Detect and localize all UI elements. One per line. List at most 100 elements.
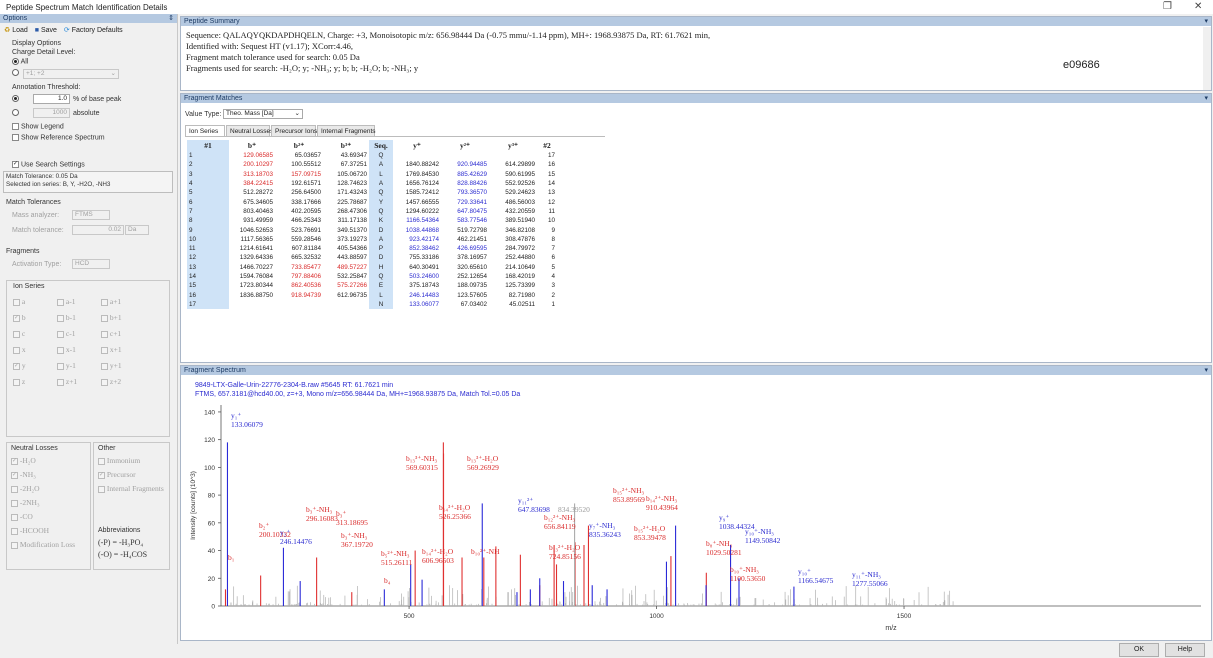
table-row[interactable]: 13 1466.70227 733.85477 489.57227 H 640.30491…	[187, 262, 557, 272]
ion-checkbox-y+1[interactable]: y+1	[101, 361, 122, 370]
value-type-select[interactable]: Theo. Mass [Da] ⌄	[223, 109, 303, 119]
ion-checkbox-a[interactable]: a	[13, 297, 25, 306]
summary-scrollbar[interactable]	[1203, 27, 1211, 90]
tab-neutral-losses[interactable]: Neutral Losses	[226, 125, 273, 136]
table-row[interactable]: 7 803.40463 402.20595 268.47306 Q 1294.60222 6…	[187, 206, 557, 217]
table-row[interactable]: 14 1594.76084 797.88406 532.25847 Q 503.24600…	[187, 271, 557, 282]
ion-checkbox-a-1[interactable]: a-1	[57, 297, 75, 306]
tab-precursor-ions[interactable]: Precursor Ions	[271, 125, 317, 136]
table-row[interactable]: 12 1329.64336 665.32532 443.88597 D 755.33186…	[187, 253, 557, 263]
ion-checkbox-z+2[interactable]: z+2	[101, 377, 121, 386]
neutral-loss-label: -HCOOH	[18, 526, 50, 535]
table-cell: 320.65610	[457, 263, 487, 271]
spectrum-scan-line: FTMS, 657.3181@hcd40.00, z=+3, Mono m/z=…	[195, 391, 521, 398]
threshold-absolute-input[interactable]: 1000	[33, 108, 70, 118]
chevron-down-icon[interactable]: ▾	[1204, 366, 1211, 375]
ion-checkbox-x-1[interactable]: x-1	[57, 345, 76, 354]
charge-custom-radio[interactable]	[12, 69, 19, 76]
match-tolerance-unit: Da	[128, 226, 137, 233]
checkbox-icon	[12, 134, 19, 141]
table-cell: Q	[369, 151, 393, 161]
ion-checkbox-c[interactable]: c	[13, 329, 25, 338]
table-row[interactable]: 8 931.49959 466.25343 311.17138 K 1166.54364 5…	[187, 216, 557, 226]
table-cell: 8	[187, 216, 229, 226]
table-row[interactable]: 5 512.28272 256.64500 171.43243 Q 1585.72412 7…	[187, 188, 557, 198]
charge-all-radio[interactable]: All	[12, 58, 28, 65]
ion-label: c-1	[64, 329, 76, 338]
tab-internal-fragments[interactable]: Internal Fragments	[317, 125, 376, 136]
column-header: #2	[543, 141, 551, 150]
other-checkbox[interactable]: Internal Fragments	[98, 484, 164, 493]
table-row[interactable]: 6 675.34605 338.17666 225.78687 Y 1457.66555 7…	[187, 197, 557, 207]
load-button[interactable]: ♻ Load	[4, 27, 28, 34]
table-cell: 1214.61641	[239, 245, 273, 253]
ion-checkbox-x[interactable]: x	[13, 345, 26, 354]
table-cell	[393, 151, 441, 160]
ion-checkbox-a+1[interactable]: a+1	[101, 297, 121, 306]
spectrum-chart[interactable]: 0 20 40 60 80 100 120 140 500 1000 1500m/z Intensit…	[181, 400, 1211, 640]
save-button[interactable]: ■ Save	[35, 27, 57, 34]
neutral-loss-label: Modification Loss	[18, 540, 76, 549]
match-tolerance-input[interactable]: 0.02	[72, 225, 124, 235]
charge-custom-value: +1; +2	[26, 70, 45, 77]
other-checkbox[interactable]: ✓ Precursor	[98, 470, 136, 479]
ion-checkbox-b+1[interactable]: b+1	[101, 313, 122, 322]
neutral-loss-checkbox[interactable]: ✓ -H₂O	[11, 456, 36, 465]
ion-checkbox-y[interactable]: ✓ y	[13, 361, 26, 370]
neutral-loss-checkbox[interactable]: -CO	[11, 512, 33, 521]
help-button[interactable]: Help	[1165, 643, 1205, 657]
threshold-percent-radio[interactable]	[12, 95, 19, 102]
table-row[interactable]: 4 384.22415 192.61571 128.74623 A 1656.76124 8…	[187, 178, 557, 189]
ion-checkbox-b-1[interactable]: b-1	[57, 313, 76, 322]
pin-icon[interactable]: ⇕	[168, 14, 177, 23]
table-row[interactable]: 17 N 133.06077 67.03402 45.02511 1	[187, 299, 557, 310]
factory-defaults-button[interactable]: ⟳ Factory Defaults	[64, 27, 123, 34]
show-legend-checkbox[interactable]: Show Legend	[12, 123, 64, 130]
table-row[interactable]: 3 313.18703 157.09715 105.06720 L 1769.84530 8…	[187, 169, 557, 179]
ion-checkbox-z+1[interactable]: z+1	[57, 377, 77, 386]
table-row[interactable]: 1 129.06585 65.03657 43.69347 Q 17	[187, 151, 557, 161]
activation-type-input[interactable]: HCD	[72, 259, 110, 269]
chevron-down-icon[interactable]: ▾	[1204, 17, 1211, 26]
tab-ion-series[interactable]: Ion Series	[185, 125, 225, 136]
checkbox-icon	[13, 346, 20, 354]
ok-button[interactable]: OK	[1119, 643, 1159, 657]
table-row[interactable]: 15 1723.80344 862.40536 575.27266 E 375.18743…	[187, 281, 557, 291]
table-row[interactable]: 11 1214.61641 607.81184 405.54366 P 852.38462…	[187, 243, 557, 254]
close-icon[interactable]: ✕	[1194, 1, 1202, 12]
other-checkbox[interactable]: Immonium	[98, 456, 140, 465]
table-row[interactable]: 2 200.10297 100.55512 67.37251 A 1840.88242 92…	[187, 160, 557, 170]
neutral-loss-checkbox[interactable]: -2NH₃	[11, 498, 40, 507]
ion-checkbox-c-1[interactable]: c-1	[57, 329, 75, 338]
table-cell: 17	[547, 152, 555, 160]
peak-mz-value: 1149.50842	[745, 536, 781, 545]
ion-checkbox-b[interactable]: ✓ b	[13, 313, 26, 322]
ion-checkbox-y-1[interactable]: y-1	[57, 361, 76, 370]
table-row[interactable]: 10 1117.56365 559.28546 373.19273 A 923.42174…	[187, 234, 557, 244]
column-header: b³⁺	[340, 141, 352, 150]
table-cell: 128.74623	[337, 180, 367, 188]
mass-analyzer-input[interactable]: FTMS	[72, 210, 110, 220]
neutral-loss-checkbox[interactable]: -HCOOH	[11, 526, 49, 535]
restore-icon[interactable]: ❐	[1163, 1, 1172, 12]
neutral-loss-checkbox[interactable]: Modification Loss	[11, 540, 75, 549]
neutral-loss-checkbox[interactable]: ✓ -NH₃	[11, 470, 36, 479]
ion-series-label: Ion Series	[13, 283, 45, 290]
table-cell: 11	[187, 243, 229, 254]
table-row[interactable]: 16 1836.88750 918.94739 612.96735 L 246.14483…	[187, 290, 557, 300]
match-tolerance-unit-select[interactable]: Da	[125, 225, 149, 235]
ion-checkbox-z[interactable]: z	[13, 377, 25, 386]
neutral-loss-checkbox[interactable]: -2H₂O	[11, 484, 40, 493]
threshold-absolute-radio[interactable]	[12, 109, 19, 116]
show-reference-checkbox[interactable]: Show Reference Spectrum	[12, 134, 105, 141]
neutral-loss-label: -NH₃	[18, 470, 36, 479]
use-search-settings-checkbox[interactable]: ✓ Use Search Settings	[12, 161, 85, 168]
charge-custom-select[interactable]: +1; +2 ⌄	[23, 69, 119, 79]
ion-checkbox-c+1[interactable]: c+1	[101, 329, 121, 338]
chevron-down-icon[interactable]: ▾	[1204, 94, 1211, 103]
column-header: y²⁺	[460, 141, 470, 150]
ion-checkbox-x+1[interactable]: x+1	[101, 345, 122, 354]
checkbox-icon	[101, 298, 108, 306]
table-row[interactable]: 9 1046.52653 523.76691 349.51370 D 1038.44868…	[187, 225, 557, 235]
threshold-percent-input[interactable]: 1.0	[33, 94, 70, 104]
